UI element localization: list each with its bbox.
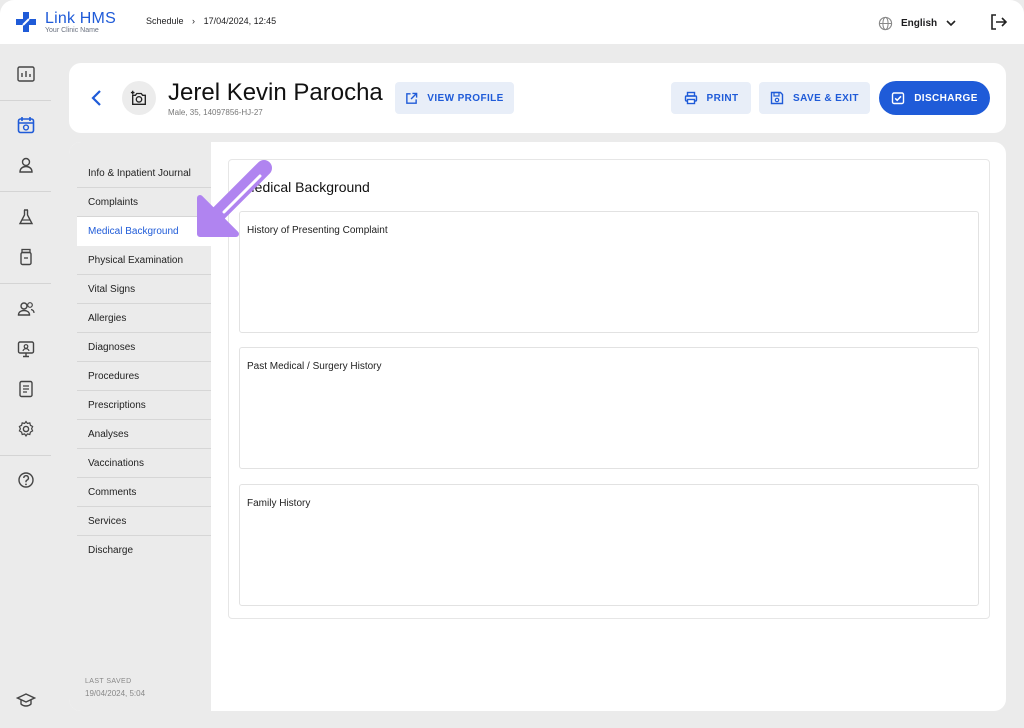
patient-meta: Male, 35, 14097856-HJ-27 [168,108,263,117]
nav-item-comments[interactable]: Comments [77,478,211,507]
patient-name: Jerel Kevin Parocha [168,79,383,106]
breadcrumb-datetime: 17/04/2024, 12:45 [203,16,277,26]
language-selector[interactable]: English [878,14,957,32]
nav-item-physical-examination[interactable]: Physical Examination [77,246,211,275]
nav-item-allergies[interactable]: Allergies [77,304,211,333]
logout-icon[interactable] [988,12,1008,32]
chevron-right-icon: › [192,16,196,26]
discharge-label: DISCHARGE [914,92,978,104]
rail-divider [0,283,51,284]
last-saved-label: LAST SAVED [85,678,132,685]
print-label: PRINT [706,92,739,104]
help-icon[interactable] [12,466,40,494]
nav-item-medical-background[interactable]: Medical Background [77,217,211,246]
printer-icon [684,91,697,105]
patient-photo[interactable] [122,81,156,115]
past-medical-surgery-history-field[interactable]: Past Medical / Surgery History [239,347,979,469]
top-bar: Link HMS Your Clinic Name Schedule › 17/… [0,0,1024,44]
save-disk-icon [770,91,784,105]
nav-item-diagnoses[interactable]: Diagnoses [77,333,211,362]
checkbox-clipboard-icon [891,92,905,105]
print-button[interactable]: PRINT [671,82,751,114]
nav-item-vaccinations[interactable]: Vaccinations [77,449,211,478]
user-icon[interactable] [12,151,40,179]
graduation-cap-icon[interactable] [12,686,40,714]
record-section-nav: Info & Inpatient Journal Complaints Medi… [69,142,211,711]
add-photo-camera-icon [130,90,146,105]
gear-icon[interactable] [12,415,40,443]
field-label: Family History [247,498,311,509]
lab-flask-icon[interactable] [12,203,40,231]
left-rail [0,44,51,728]
monitor-user-icon[interactable] [12,335,40,363]
nav-item-services[interactable]: Services [77,507,211,536]
open-external-icon [406,92,418,104]
pointer-arrow-icon [197,160,272,237]
medical-background-section: Medical Background History of Presenting… [228,159,990,619]
nav-item-prescriptions[interactable]: Prescriptions [77,391,211,420]
patient-header: Jerel Kevin Parocha Male, 35, 14097856-H… [69,63,1006,133]
nav-item-info-journal[interactable]: Info & Inpatient Journal [77,159,211,188]
discharge-button[interactable]: DISCHARGE [879,81,990,115]
clinic-name: Your Clinic Name [45,27,99,34]
medicine-bottle-icon[interactable] [12,243,40,271]
staff-group-icon[interactable] [12,295,40,323]
save-exit-button[interactable]: SAVE & EXIT [759,82,870,114]
rail-divider [0,100,51,101]
view-profile-button[interactable]: VIEW PROFILE [395,82,514,114]
calendar-icon[interactable] [12,111,40,139]
last-saved-value: 19/04/2024, 5:04 [85,689,146,698]
family-history-field[interactable]: Family History [239,484,979,606]
save-exit-label: SAVE & EXIT [793,92,859,104]
app-name: Link HMS [45,10,116,27]
breadcrumb-section[interactable]: Schedule [146,16,184,26]
back-arrow-icon[interactable] [87,88,107,108]
rail-divider [0,191,51,192]
field-label: Past Medical / Surgery History [247,361,382,372]
nav-item-discharge[interactable]: Discharge [77,536,211,565]
dashboard-icon[interactable] [12,60,40,88]
language-label: English [901,17,938,29]
nav-item-vital-signs[interactable]: Vital Signs [77,275,211,304]
breadcrumb: Schedule › 17/04/2024, 12:45 [146,16,276,26]
globe-icon [878,16,893,30]
nav-item-analyses[interactable]: Analyses [77,420,211,449]
view-profile-label: VIEW PROFILE [427,92,504,104]
cross-logo-icon [16,12,36,32]
nav-item-complaints[interactable]: Complaints [77,188,211,217]
nav-item-procedures[interactable]: Procedures [77,362,211,391]
history-presenting-complaint-field[interactable]: History of Presenting Complaint [239,211,979,333]
chevron-down-icon [946,20,956,27]
rail-divider [0,455,51,456]
app-logo[interactable]: Link HMS Your Clinic Name [16,10,126,36]
report-icon[interactable] [12,375,40,403]
